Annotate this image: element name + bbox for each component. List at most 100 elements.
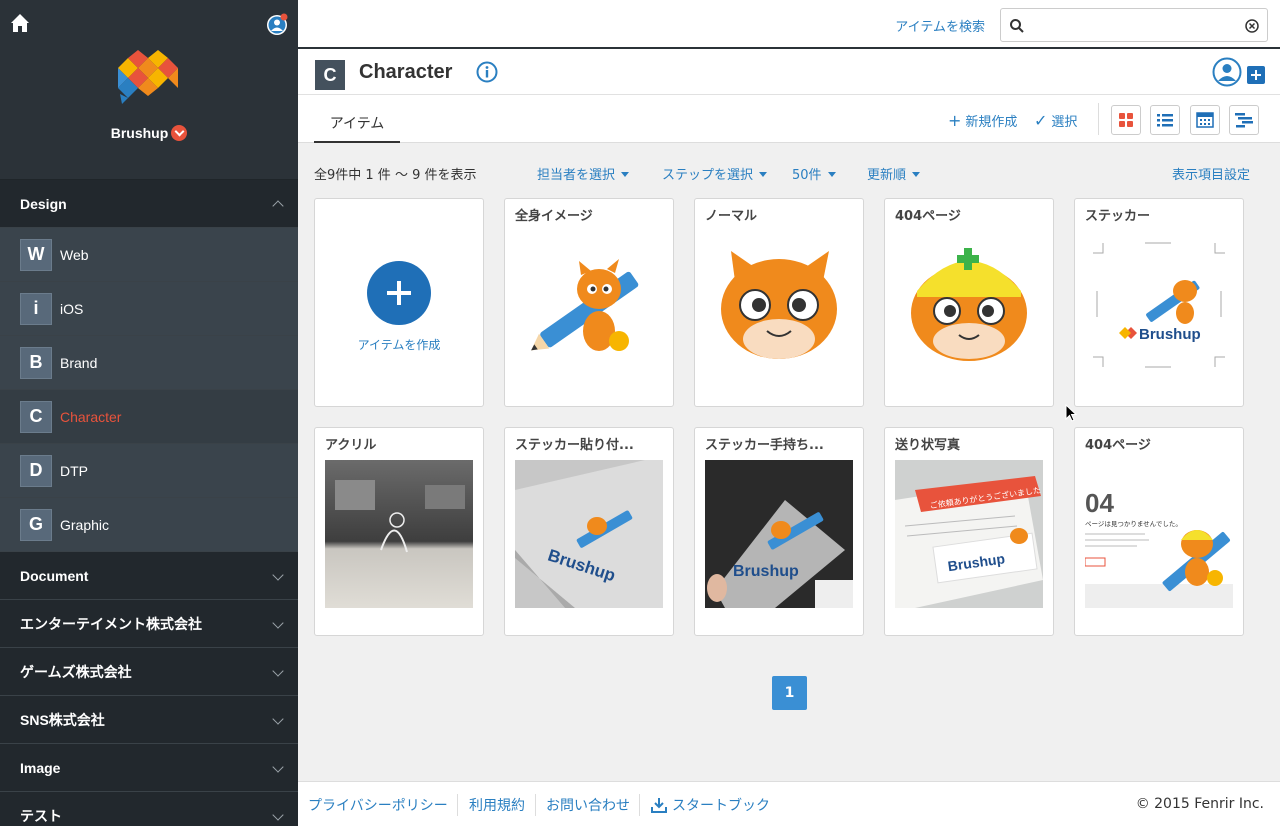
display-settings-link[interactable]: 表示項目設定 [1172,164,1250,183]
project-letter-icon: D [20,454,52,487]
title-bar: C Character [298,49,1280,95]
list-view-button[interactable] [1150,105,1180,135]
item-thumbnail [531,259,639,351]
chevron-up-icon [272,200,284,212]
tab-items[interactable]: アイテム [314,113,400,143]
project-letter-icon: W [20,238,52,271]
chevron-down-icon [272,809,284,821]
search-items-link[interactable]: アイテムを検索 [895,16,985,35]
create-item-label: アイテムを作成 [357,338,441,352]
contact-link[interactable]: お問い合わせ [546,795,630,815]
calendar-view-button[interactable] [1190,105,1220,135]
plus-icon [367,261,431,325]
project-character[interactable]: C Character [0,390,298,444]
project-letter-icon: i [20,292,52,325]
item-title: 404ページ [1085,438,1151,453]
clear-icon[interactable] [1245,19,1259,33]
project-dtp[interactable]: D DTP [0,444,298,498]
item-card[interactable]: 404ページ [884,198,1054,407]
item-thumbnail: 04 ページは見つかりませんでした。 [1085,460,1233,608]
project-ios[interactable]: i iOS [0,282,298,336]
main-content: アイテムを検索 C Character アイテム + 新規作成 ✓ 選択 全9件… [298,0,1280,826]
privacy-link[interactable]: プライバシーポリシー [308,795,448,815]
chevron-down-icon[interactable] [171,125,188,141]
section-test[interactable]: テスト [0,792,298,826]
item-card[interactable]: 404ページ 04 ページは見つかりませんでした。 [1074,427,1244,636]
add-member-icon[interactable] [1247,66,1265,84]
check-icon: ✓ [1034,111,1048,130]
section-label: Document [20,567,89,584]
chevron-down-icon [272,665,284,677]
new-item-label: 新規作成 [965,115,1018,130]
item-thumbnail [721,251,837,359]
search-box[interactable] [1000,8,1268,42]
item-title: ノーマル [705,209,758,224]
section-label: Image [20,759,61,776]
project-web[interactable]: W Web [0,228,298,282]
chevron-down-icon [272,617,284,629]
project-brand[interactable]: B Brand [0,336,298,390]
sort-select[interactable]: 更新順 [867,164,920,183]
per-page-select[interactable]: 50件 [792,164,836,183]
item-title: アクリル [325,438,377,453]
startbook-link[interactable]: スタートブック [650,795,770,815]
item-count: 全9件中 1 件 〜 9 件を表示 [314,168,477,183]
project-letter-icon: B [20,346,52,379]
select-button[interactable]: ✓ 選択 [1034,111,1077,130]
download-icon [651,798,667,813]
section-entertainment[interactable]: エンターテイメント株式会社 [0,600,298,648]
item-card[interactable]: ステッカー手持ち... Brushup [694,427,864,636]
big-404-text: 04 [1085,488,1114,518]
gantt-view-button[interactable] [1229,105,1259,135]
divider [1098,103,1099,135]
item-card[interactable]: ステッカー Brushup [1074,198,1244,407]
item-thumbnail: Brushup [705,460,853,608]
project-label: iOS [60,300,84,317]
project-letter-icon: C [315,60,345,90]
new-item-button[interactable]: + 新規作成 [948,111,1017,130]
item-card[interactable]: アクリル [314,427,484,636]
item-card[interactable]: ノーマル [694,198,864,407]
section-label: エンターテイメント株式会社 [20,615,202,632]
project-graphic[interactable]: G Graphic [0,498,298,552]
organization-name[interactable]: Brushup [0,125,298,141]
divider [535,794,536,816]
brushup-wordmark: Brushup [1139,326,1201,343]
divider [457,794,458,816]
info-icon[interactable] [476,61,498,83]
item-card[interactable]: 送り状写真 ご依頼ありがとうございました Brushup [884,427,1054,636]
pagination-current-page[interactable]: 1 [772,676,807,710]
step-filter[interactable]: ステップを選択 [662,164,767,183]
item-title: ステッカー手持ち... [705,438,824,453]
item-card[interactable]: ステッカー貼り付... Brushup [504,427,674,636]
section-sns[interactable]: SNS株式会社 [0,696,298,744]
chevron-down-icon [272,713,284,725]
gantt-icon [1235,113,1253,128]
not-found-text: ページは見つかりませんでした。 [1085,520,1182,528]
project-letter-icon: G [20,508,52,541]
section-games[interactable]: ゲームズ株式会社 [0,648,298,696]
item-card[interactable]: 全身イメージ [504,198,674,407]
section-design[interactable]: Design [0,180,298,228]
calendar-icon [1196,112,1214,128]
section-label: テスト [20,807,62,824]
members-icon[interactable] [1212,57,1242,87]
search-input[interactable] [1029,15,1239,35]
page-title: Character [359,61,453,83]
user-notification-icon[interactable] [266,13,288,35]
section-document[interactable]: Document [0,552,298,600]
list-icon [1157,114,1173,127]
create-item-card[interactable]: アイテムを作成 [314,198,484,407]
terms-link[interactable]: 利用規約 [469,795,525,815]
assignee-filter[interactable]: 担当者を選択 [537,164,629,183]
footer: プライバシーポリシー 利用規約 お問い合わせ スタートブック © 2015 Fe… [298,781,1280,826]
grid-view-button[interactable] [1111,105,1141,135]
item-thumbnail [325,460,473,608]
home-icon[interactable] [10,13,30,33]
filter-bar: 全9件中 1 件 〜 9 件を表示 担当者を選択 ステップを選択 50件 更新順… [298,160,1280,186]
startbook-label: スタートブック [672,798,770,814]
section-label: Design [20,195,67,212]
project-label: DTP [60,462,88,479]
section-image[interactable]: Image [0,744,298,792]
section-label: SNS株式会社 [20,711,105,728]
